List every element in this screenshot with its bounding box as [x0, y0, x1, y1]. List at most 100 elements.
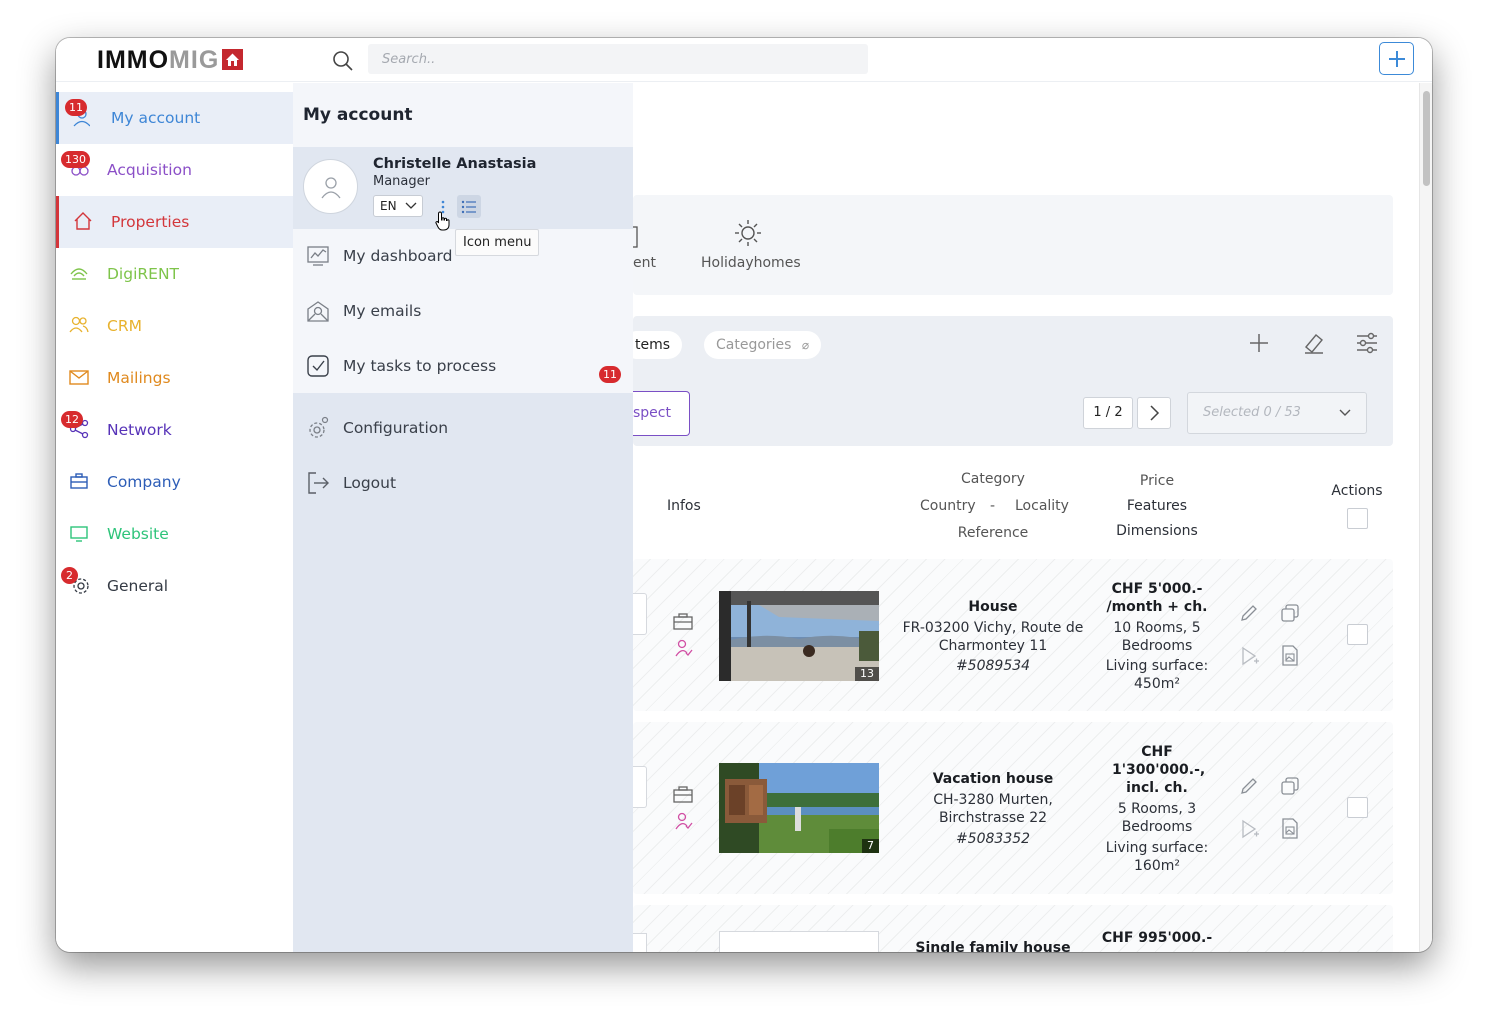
- play-add-icon[interactable]: [1240, 819, 1260, 843]
- tab-holidayhomes[interactable]: Holidayhomes: [701, 255, 801, 271]
- sidebar-item-acquisition[interactable]: Acquisition 130: [56, 144, 293, 196]
- col-dash: -: [990, 498, 996, 514]
- list-icon: [461, 200, 476, 213]
- monitor-icon: [68, 522, 90, 544]
- copy-icon[interactable]: [1280, 776, 1300, 800]
- logo-text-immo: IMMO: [97, 46, 170, 74]
- search-icon[interactable]: [332, 50, 354, 76]
- pencil-icon[interactable]: [1239, 603, 1259, 627]
- plus-icon[interactable]: [1248, 332, 1270, 358]
- property-photo[interactable]: 13: [719, 591, 879, 681]
- sliders-icon[interactable]: [1355, 332, 1379, 358]
- sun-icon: [734, 219, 762, 251]
- image-document-icon[interactable]: [1281, 645, 1299, 670]
- sidebar-item-properties[interactable]: Properties: [56, 196, 293, 248]
- user-card: Christelle Anastasia Manager EN: [293, 147, 633, 229]
- notification-badge: 2: [61, 567, 78, 584]
- tasks-icon: [306, 354, 330, 378]
- menu-item-my-emails[interactable]: My emails: [293, 284, 633, 339]
- col-category: Category: [961, 471, 1025, 487]
- col-locality: Locality: [1015, 498, 1069, 514]
- property-photo[interactable]: 7: [719, 763, 879, 853]
- search-input[interactable]: [368, 44, 868, 74]
- row-price: CHF 995'000.-: [1101, 930, 1213, 946]
- menu-item-my-tasks[interactable]: My tasks to process 11: [293, 339, 633, 394]
- row-price: CHF 1'300'000.-, incl. ch.: [1112, 744, 1206, 796]
- table-header: Infos Category Country - Locality Refere…: [633, 461, 1393, 549]
- row-location: CH-3280 Murten, Birchstrasse 22: [933, 792, 1053, 826]
- language-select[interactable]: EN: [373, 195, 423, 217]
- copy-icon[interactable]: [1280, 603, 1300, 627]
- add-button[interactable]: [1379, 42, 1414, 75]
- user-check-icon[interactable]: [674, 638, 694, 662]
- row-reference[interactable]: #5089534: [912, 657, 1074, 675]
- list-view-button[interactable]: [457, 195, 481, 218]
- user-check-icon[interactable]: [674, 811, 694, 835]
- row-price: CHF 5'000.- /month + ch.: [1106, 581, 1208, 615]
- vertical-scrollbar[interactable]: [1419, 83, 1432, 952]
- digirent-icon: [68, 262, 90, 284]
- property-photo[interactable]: [719, 931, 879, 952]
- col-actions: Actions: [1331, 483, 1383, 499]
- play-add-icon[interactable]: [1240, 646, 1260, 670]
- sidebar-item-mailings[interactable]: Mailings: [56, 352, 293, 404]
- email-icon: [306, 299, 330, 323]
- menu-item-logout[interactable]: Logout: [293, 456, 633, 511]
- sidebar-item-label: CRM: [107, 317, 142, 335]
- plus-icon: [1388, 50, 1405, 67]
- briefcase-icon[interactable]: [673, 613, 693, 635]
- dashboard-icon: [306, 244, 330, 268]
- sidebar-item-website[interactable]: Website: [56, 508, 293, 560]
- sidebar-item-label: Properties: [111, 213, 190, 231]
- avatar[interactable]: [303, 159, 358, 214]
- briefcase-icon: [68, 470, 90, 492]
- table-row[interactable]: 7 Vacation house CH-3280 Murten, Birchst…: [623, 722, 1393, 894]
- sidebar-item-label: Acquisition: [107, 161, 192, 179]
- sidebar-item-my-account[interactable]: My account 11: [56, 92, 293, 144]
- scrollbar-thumb[interactable]: [1423, 91, 1430, 186]
- photo-count: 13: [855, 667, 879, 681]
- menu-item-configuration[interactable]: Configuration: [293, 401, 633, 456]
- pencil-icon[interactable]: [1239, 776, 1259, 800]
- app-window: IMMOMIG My account 11 Acquisition 130 Pr…: [56, 38, 1432, 952]
- select-all-checkbox[interactable]: [1347, 508, 1368, 529]
- col-country: Country: [920, 498, 976, 514]
- table-row[interactable]: Single family house CHF 995'000.-: [623, 905, 1393, 952]
- panel-title: My account: [303, 105, 413, 125]
- photo-count: 7: [862, 839, 879, 853]
- col-price: Price: [1139, 473, 1175, 489]
- house-icon: [72, 210, 94, 232]
- categories-filter-chip[interactable]: Categories ⌀: [704, 331, 822, 359]
- image-document-icon[interactable]: [1281, 818, 1299, 843]
- row-reference[interactable]: #5083352: [912, 830, 1074, 848]
- eraser-icon[interactable]: [1302, 331, 1326, 359]
- filter-panel: tems Categories ⌀ spect 1 / 2 Selected 0…: [623, 316, 1393, 446]
- sidebar-item-network[interactable]: Network 12: [56, 404, 293, 456]
- briefcase-icon[interactable]: [673, 786, 693, 808]
- sidebar-item-general[interactable]: General 2: [56, 560, 293, 612]
- prospect-button[interactable]: spect: [623, 391, 690, 436]
- row-checkbox[interactable]: [1347, 624, 1368, 645]
- clear-icon: ⌀: [801, 338, 810, 352]
- menu-item-label: My emails: [343, 302, 422, 320]
- chevron-right-icon: [1150, 405, 1160, 421]
- menu-item-label: My dashboard: [343, 247, 453, 265]
- table-row[interactable]: 13 House FR-03200 Vichy, Route de Charmo…: [623, 559, 1393, 711]
- logo-house-icon: [222, 49, 244, 70]
- next-page-button[interactable]: [1137, 397, 1171, 429]
- sidebar-item-crm[interactable]: CRM: [56, 300, 293, 352]
- sidebar-item-company[interactable]: Company: [56, 456, 293, 508]
- notification-badge: 11: [65, 99, 87, 116]
- logout-icon: [306, 471, 330, 495]
- account-menu-panel: My account Christelle Anastasia Manager …: [293, 83, 633, 952]
- app-logo[interactable]: IMMOMIG: [97, 46, 244, 74]
- gear-icon: [306, 416, 330, 440]
- tab-apartment[interactable]: ent: [633, 255, 656, 271]
- property-type-tabs: ent Holidayhomes: [618, 195, 1393, 295]
- user-role: Manager: [373, 174, 430, 189]
- row-location: FR-03200 Vichy, Route de Charmontey 11: [902, 620, 1084, 654]
- panel-header: My account: [293, 83, 633, 147]
- row-checkbox[interactable]: [1347, 797, 1368, 818]
- selection-dropdown[interactable]: Selected 0 / 53: [1187, 392, 1367, 434]
- sidebar-item-digirent[interactable]: DigiRENT: [56, 248, 293, 300]
